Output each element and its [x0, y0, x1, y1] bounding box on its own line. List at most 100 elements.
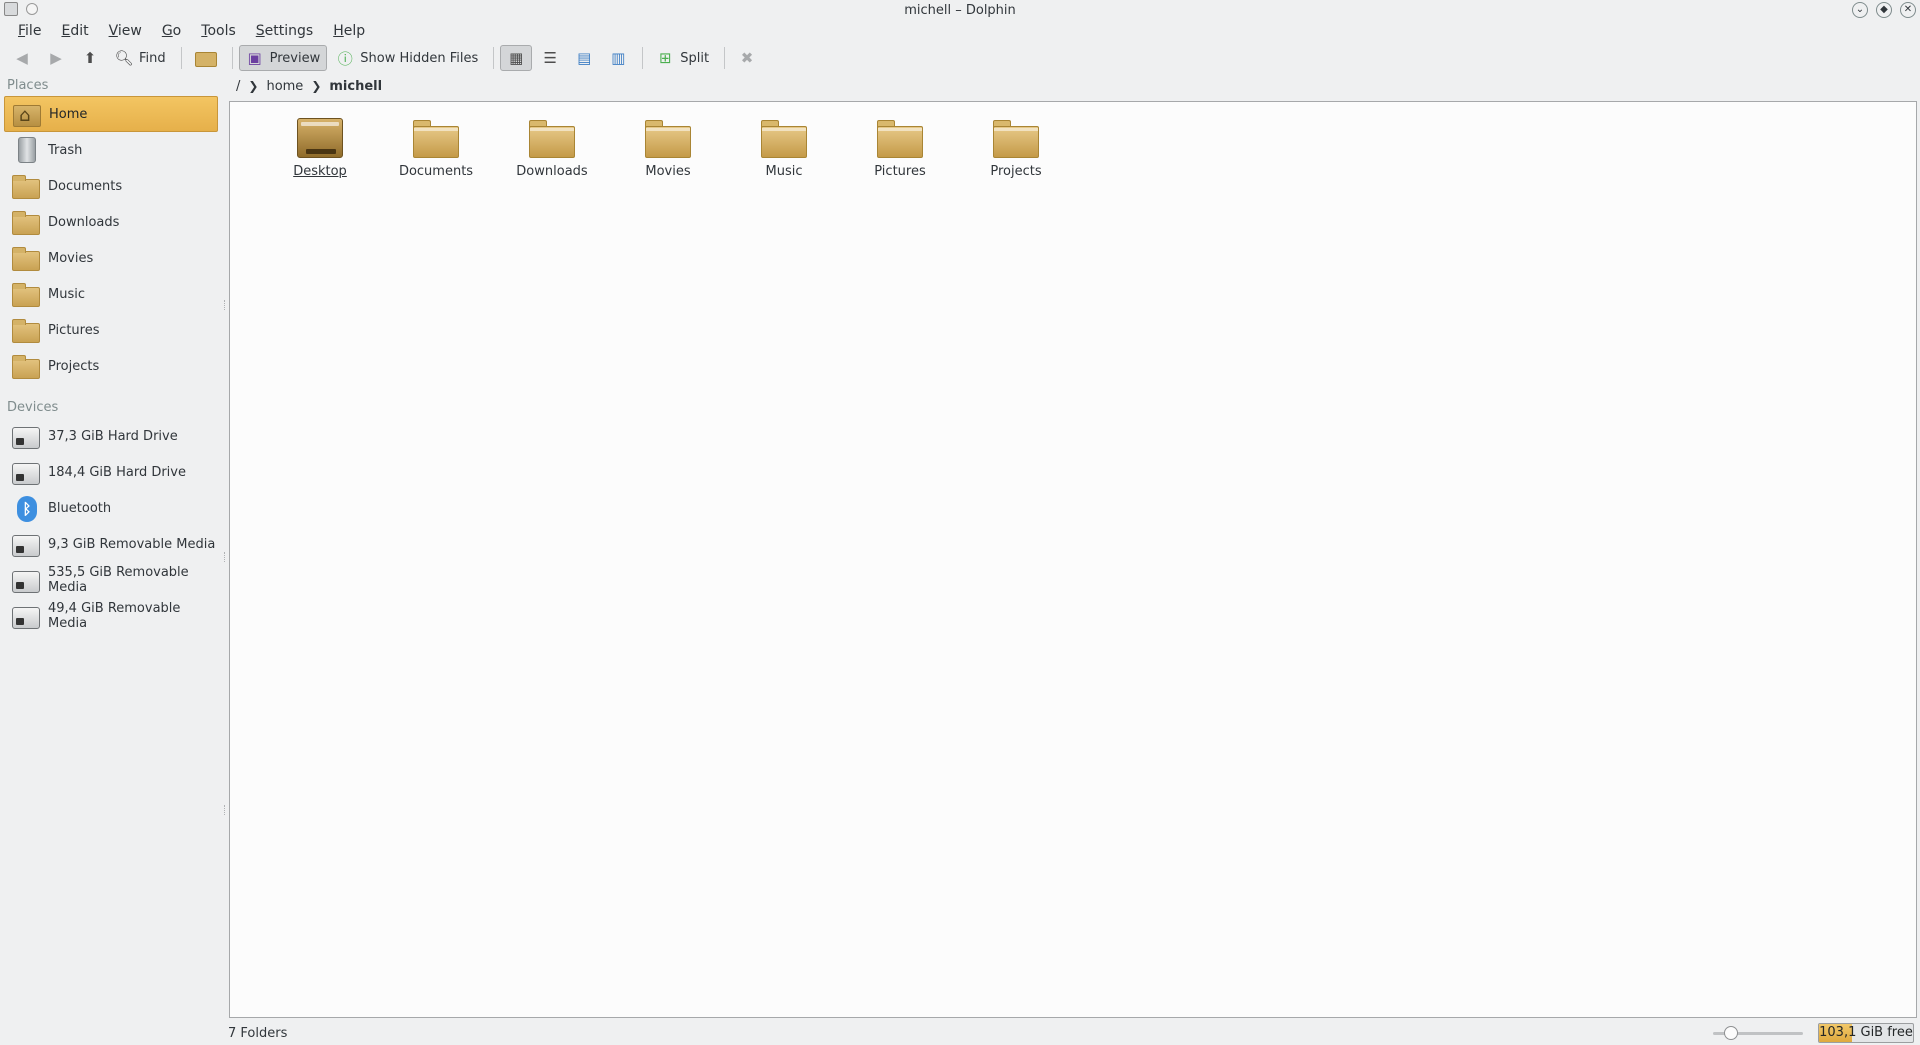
forward-button[interactable]: ▶ [40, 45, 72, 71]
keep-on-top-icon[interactable] [26, 3, 38, 15]
folder-icon [12, 173, 40, 199]
breadcrumb-root[interactable]: / [230, 79, 246, 94]
close-window-icon[interactable]: ✕ [1900, 2, 1916, 18]
home-folder-icon [13, 101, 41, 127]
toolbar-separator [724, 47, 726, 69]
panel-splitter-handle[interactable] [224, 805, 227, 815]
places-section-label: Places [7, 78, 49, 93]
up-button[interactable]: ⬆ [74, 45, 106, 71]
compact-view-button[interactable]: ☰ [534, 45, 566, 71]
sidebar-item-music[interactable]: Music [4, 276, 218, 312]
sidebar-item-movies[interactable]: Movies [4, 240, 218, 276]
toolbar-separator [180, 47, 182, 69]
menu-file[interactable]: File [8, 23, 51, 39]
file-name: Movies [645, 164, 691, 179]
arrow-left-icon: ◀ [16, 49, 28, 67]
folder-icon [877, 120, 923, 158]
sidebar-item-label: Bluetooth [48, 500, 112, 516]
places-panel: Places Home Trash Documents Downloads Movies… [0, 76, 222, 1016]
sidebar-item-label: Documents [48, 178, 123, 194]
breadcrumb-item[interactable]: michell [323, 79, 388, 94]
tree-view-button[interactable]: ▥ [602, 45, 634, 71]
split-button[interactable]: ⊞ Split [649, 45, 716, 71]
menu-label-rest: ile [25, 23, 42, 39]
sidebar-item-trash[interactable]: Trash [4, 132, 218, 168]
find-label: Find [139, 50, 166, 66]
folder-icon [645, 120, 691, 158]
window-menu-icon[interactable] [4, 2, 18, 16]
menu-mnemonic: H [333, 23, 344, 39]
sidebar-item-pictures[interactable]: Pictures [4, 312, 218, 348]
menu-view[interactable]: View [99, 23, 152, 39]
toolbar: ◀ ▶ ⬆ 🔍︎ Find ▣ Preview ⓘ Show Hidden Fi… [0, 44, 1920, 72]
grid-view-icon: ▦ [509, 49, 524, 67]
breadcrumb-separator-icon[interactable]: ❯ [309, 79, 323, 93]
minimize-icon[interactable]: ⌄ [1852, 2, 1868, 18]
folder-icon [529, 120, 575, 158]
sidebar-item-184-4-gib-hard-drive[interactable]: 184,4 GiB Hard Drive [4, 454, 218, 490]
file-item-pictures[interactable]: Pictures [842, 116, 958, 179]
breadcrumb: / ❯ home ❯ michell [230, 76, 388, 96]
sidebar-item-37-3-gib-hard-drive[interactable]: 37,3 GiB Hard Drive [4, 418, 218, 454]
file-name: Music [765, 164, 803, 179]
menu-bar: File Edit View Go Tools Settings Help [0, 20, 375, 42]
places-list: Home Trash Documents Downloads Movies Music Pi… [0, 96, 222, 384]
menu-go[interactable]: Go [152, 23, 191, 39]
breadcrumb-item[interactable]: home [260, 79, 309, 94]
sidebar-item-label: Pictures [48, 322, 100, 338]
arrow-right-icon: ▶ [50, 49, 62, 67]
menu-settings[interactable]: Settings [246, 23, 323, 39]
menu-mnemonic: F [18, 23, 26, 39]
file-name: Documents [398, 164, 474, 179]
folder-icon [761, 120, 807, 158]
file-item-downloads[interactable]: Downloads [494, 116, 610, 179]
maximize-icon[interactable]: ◆ [1876, 2, 1892, 18]
sidebar-item-49-4-gib-removable-media[interactable]: 49,4 GiB Removable Media [4, 598, 218, 634]
file-item-music[interactable]: Music [726, 116, 842, 179]
stop-button[interactable]: ✖ [731, 45, 763, 71]
sidebar-item-9-3-gib-removable-media[interactable]: 9,3 GiB Removable Media [4, 526, 218, 562]
preview-label: Preview [269, 50, 321, 66]
sidebar-item-documents[interactable]: Documents [4, 168, 218, 204]
preview-button[interactable]: ▣ Preview [238, 45, 328, 71]
icons-view-button[interactable]: ▦ [500, 45, 533, 71]
menu-mnemonic: V [108, 23, 118, 39]
menu-help[interactable]: Help [323, 23, 375, 39]
sidebar-item-downloads[interactable]: Downloads [4, 204, 218, 240]
stop-icon: ✖ [740, 49, 754, 67]
file-view[interactable]: Desktop Documents Downloads Movies Music Pict… [229, 101, 1917, 1018]
window-controls: ⌄ ◆ ✕ [1852, 2, 1916, 18]
folder-icon [194, 49, 217, 67]
folder-icon [12, 209, 40, 235]
sidebar-item-label: Downloads [48, 214, 120, 230]
file-item-movies[interactable]: Movies [610, 116, 726, 179]
menu-edit[interactable]: Edit [51, 23, 98, 39]
menu-mnemonic: G [161, 23, 173, 39]
info-icon: ⓘ [337, 49, 353, 68]
file-item-documents[interactable]: Documents [378, 116, 494, 179]
file-grid: Desktop Documents Downloads Movies Music Pict… [262, 116, 1074, 179]
details-view-button[interactable]: ▤ [568, 45, 600, 71]
tree-view-icon: ▥ [611, 49, 626, 67]
show-hidden-files-button[interactable]: ⓘ Show Hidden Files [329, 45, 485, 71]
panel-splitter-handle[interactable] [224, 300, 227, 310]
file-item-desktop[interactable]: Desktop [262, 116, 378, 179]
new-folder-button[interactable] [188, 45, 224, 71]
panel-splitter-handle[interactable] [224, 552, 227, 562]
file-item-projects[interactable]: Projects [958, 116, 1074, 179]
sidebar-item-projects[interactable]: Projects [4, 348, 218, 384]
sidebar-item-bluetooth[interactable]: ᛒ Bluetooth [4, 490, 218, 526]
sidebar-item-home[interactable]: Home [4, 96, 218, 132]
status-summary: 7 Folders [228, 1025, 288, 1041]
split-view-icon: ⊞ [658, 49, 672, 67]
sidebar-item-label: Projects [48, 358, 100, 374]
free-space-text: 103,1 GiB free [1819, 1025, 1913, 1040]
breadcrumb-separator-icon[interactable]: ❯ [246, 79, 260, 93]
removable-media-icon [12, 531, 40, 557]
zoom-slider-handle[interactable] [1724, 1026, 1738, 1040]
menu-tools[interactable]: Tools [191, 23, 246, 39]
sidebar-item-535-5-gib-removable-media[interactable]: 535,5 GiB Removable Media [4, 562, 218, 598]
find-button[interactable]: 🔍︎ Find [108, 45, 173, 71]
back-button[interactable]: ◀ [6, 45, 38, 71]
folder-icon [12, 353, 40, 379]
